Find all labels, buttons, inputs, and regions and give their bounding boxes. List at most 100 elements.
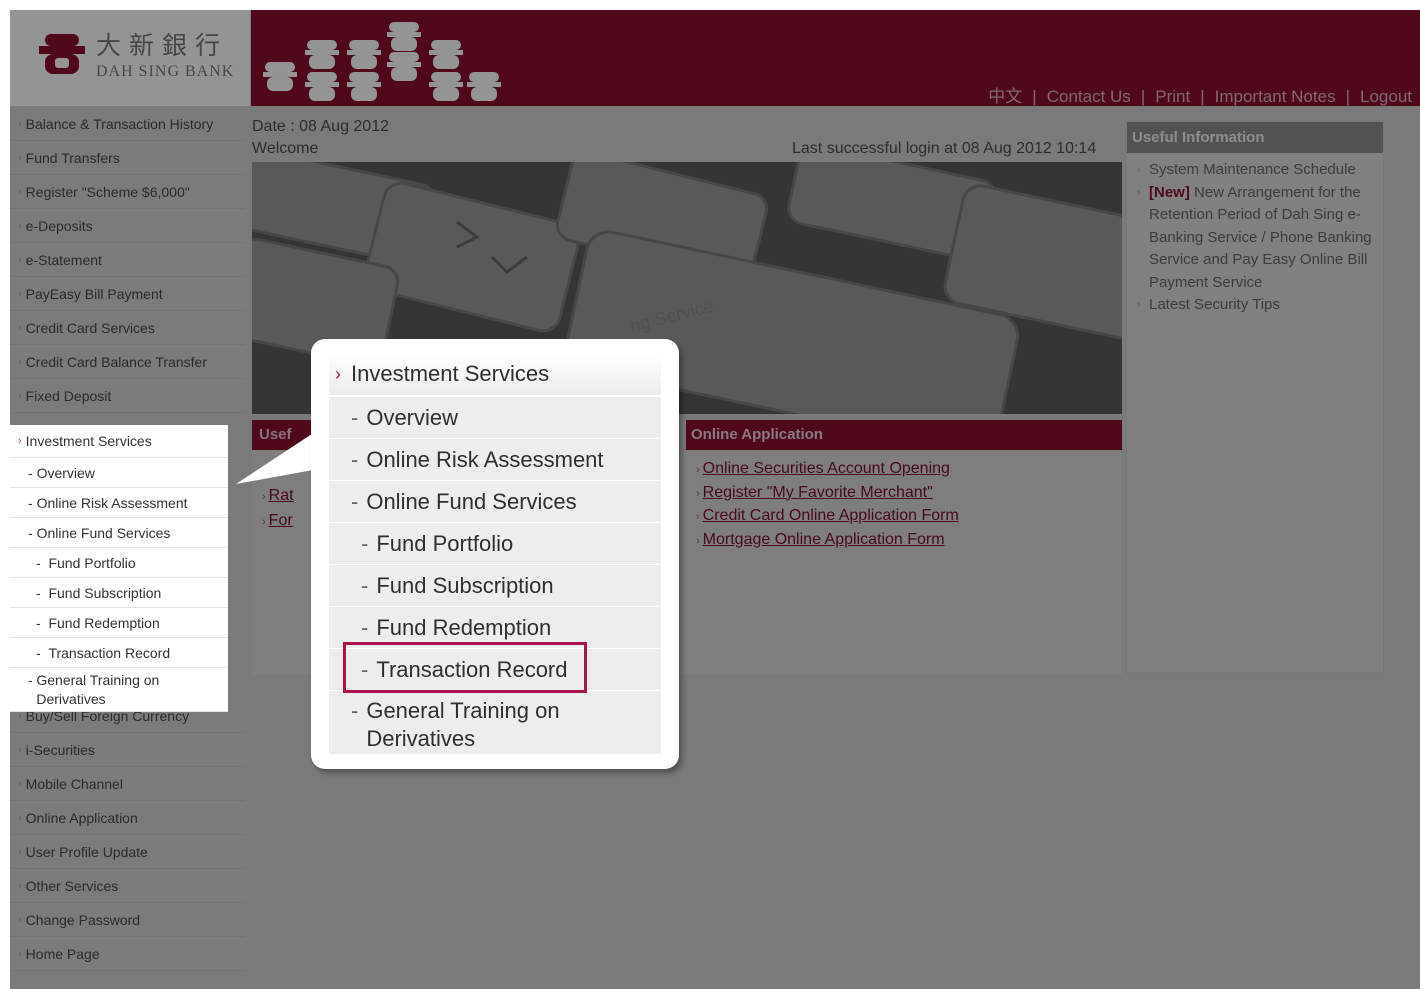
submenu-online-fund-services[interactable]: - Online Fund Services — [10, 518, 228, 548]
link-credit-card-application[interactable]: Credit Card Online Application Form — [703, 507, 959, 524]
dash-icon: - — [351, 488, 359, 514]
dash-icon: - — [361, 572, 369, 598]
dash-icon: - — [28, 464, 37, 481]
dash-icon: - — [36, 614, 49, 631]
dash-icon: - — [36, 554, 49, 571]
menu-item-user-profile[interactable]: › User Profile Update — [10, 835, 245, 869]
menu-item-change-password[interactable]: › Change Password — [10, 903, 245, 937]
dash-icon: - — [351, 446, 359, 472]
chevron-right-icon: › — [696, 534, 700, 547]
submenu-fund-portfolio[interactable]: - Fund Portfolio — [10, 548, 228, 578]
top-navigation: 中文 | Contact Us | Print | Important Notes | Logo… — [988, 87, 1412, 106]
menu-item-online-application[interactable]: › Online Application — [10, 801, 245, 835]
welcome-text: Welcome — [252, 140, 319, 157]
menu-item-other-services[interactable]: › Other Services — [10, 869, 245, 903]
chevron-right-icon: › — [262, 516, 266, 528]
zoom-overview[interactable]: - Overview — [329, 397, 661, 439]
dash-icon: - — [351, 404, 359, 430]
chevron-right-icon: › — [18, 185, 22, 198]
chevron-right-icon: › — [18, 219, 22, 232]
menu-item-credit-card-services[interactable]: › Credit Card Services — [10, 311, 245, 345]
info-item-security-tips[interactable]: › Latest Security Tips — [1137, 294, 1379, 317]
chevron-right-icon: › — [18, 321, 22, 334]
chevron-right-icon: › — [18, 435, 22, 447]
zoom-callout: › Investment Services - Overview - Online R… — [311, 339, 679, 769]
link-mortgage-application[interactable]: Mortgage Online Application Form — [703, 531, 945, 548]
chevron-right-icon: › — [18, 947, 22, 960]
dash-icon: - — [351, 698, 359, 723]
chevron-right-icon: › — [18, 743, 22, 756]
header-banner: 中文 | Contact Us | Print | Important Notes | Logo… — [251, 10, 1420, 106]
menu-item-e-statement[interactable]: › e-Statement — [10, 243, 245, 277]
menu-item-register-scheme[interactable]: › Register "Scheme $6,000" — [10, 175, 245, 209]
chevron-right-icon: › — [18, 117, 22, 130]
chevron-right-icon: › — [18, 777, 22, 790]
print-link[interactable]: Print — [1155, 87, 1190, 106]
zoom-online-fund-services[interactable]: - Online Fund Services — [329, 481, 661, 523]
submenu-risk-assessment[interactable]: - Online Risk Assessment — [10, 488, 228, 518]
menu-item-payeasy[interactable]: › PayEasy Bill Payment — [10, 277, 245, 311]
chevron-right-icon: › — [18, 287, 22, 300]
online-application-links: › Online Securities Account Opening › Regi… — [696, 458, 959, 552]
brand-name-english: DAH SING BANK — [96, 63, 235, 80]
chevron-right-icon: › — [1137, 299, 1141, 311]
zoom-risk-assessment[interactable]: - Online Risk Assessment — [329, 439, 661, 481]
zoom-investment-services[interactable]: › Investment Services — [329, 353, 661, 397]
submenu-fund-redemption[interactable]: - Fund Redemption — [10, 608, 228, 638]
submenu-general-training[interactable]: - General Training on Derivatives — [10, 668, 228, 712]
important-notes-link[interactable]: Important Notes — [1215, 87, 1336, 106]
submenu-overview[interactable]: - Overview — [10, 458, 228, 488]
contact-us-link[interactable]: Contact Us — [1047, 87, 1131, 106]
submenu-fund-subscription[interactable]: - Fund Subscription — [10, 578, 228, 608]
chevron-right-icon: › — [18, 389, 22, 402]
useful-links-list: › Rat › For — [262, 484, 294, 534]
dash-icon: - — [361, 530, 369, 556]
info-item-maintenance[interactable]: › System Maintenance Schedule — [1137, 159, 1379, 182]
menu-item-e-deposits[interactable]: › e-Deposits — [10, 209, 245, 243]
menu-item-fund-transfers[interactable]: › Fund Transfers — [10, 141, 245, 175]
useful-information-panel: Useful Information › System Maintenance S… — [1126, 121, 1384, 673]
dash-icon: - — [28, 672, 33, 707]
menu-item-mobile-channel[interactable]: › Mobile Channel — [10, 767, 245, 801]
zoom-fund-portfolio[interactable]: - Fund Portfolio — [329, 523, 661, 565]
chevron-right-icon: › — [335, 363, 341, 384]
useful-link-forms[interactable]: For — [269, 512, 293, 529]
chevron-right-icon: › — [696, 487, 700, 500]
menu-item-fixed-deposit[interactable]: › Fixed Deposit — [10, 379, 245, 413]
dash-icon: - — [36, 584, 49, 601]
bank-logo[interactable]: 大新銀行 DAH SING BANK — [10, 10, 250, 106]
transaction-record-highlight — [343, 642, 587, 693]
bank-emblem-pattern-icon — [263, 22, 501, 101]
chevron-right-icon: › — [18, 253, 22, 266]
chinese-language-link[interactable]: 中文 — [988, 87, 1022, 106]
chevron-right-icon: › — [18, 355, 22, 368]
useful-information-title: Useful Information — [1127, 122, 1383, 153]
menu-item-investment-services[interactable]: › Investment Services — [10, 425, 228, 458]
zoomed-submenu: › Investment Services - Overview - Online R… — [329, 353, 661, 755]
investment-services-submenu: › Investment Services - Overview - Online… — [10, 425, 228, 712]
chevron-right-icon: › — [18, 845, 22, 858]
useful-information-list: › System Maintenance Schedule › [New] New … — [1127, 153, 1383, 317]
menu-item-balance-history[interactable]: › Balance & Transaction History — [10, 107, 245, 141]
dash-icon: - — [361, 614, 369, 640]
dahsing-logo-icon — [39, 34, 85, 74]
zoom-fund-subscription[interactable]: - Fund Subscription — [329, 565, 661, 607]
menu-item-i-securities[interactable]: › i-Securities — [10, 733, 245, 767]
new-badge: [New] — [1149, 183, 1190, 201]
link-securities-account-opening[interactable]: Online Securities Account Opening — [703, 460, 950, 477]
chevron-right-icon: › — [18, 913, 22, 926]
info-item-retention-arrangement[interactable]: › [New] New Arrangement for the Retention… — [1137, 182, 1379, 295]
last-login-info: Last successful login at 08 Aug 2012 10:… — [792, 140, 1097, 157]
chevron-right-icon: › — [18, 151, 22, 164]
menu-item-home-page[interactable]: › Home Page — [10, 937, 245, 971]
submenu-transaction-record[interactable]: - Transaction Record — [10, 638, 228, 668]
chevron-right-icon: › — [262, 491, 266, 503]
chevron-right-icon: › — [696, 511, 700, 523]
menu-item-credit-card-balance-transfer[interactable]: › Credit Card Balance Transfer — [10, 345, 245, 379]
zoom-general-training[interactable]: - General Training on Derivatives — [329, 691, 661, 755]
chevron-right-icon: › — [18, 879, 22, 892]
link-register-favorite-merchant[interactable]: Register "My Favorite Merchant" — [703, 484, 933, 501]
chevron-right-icon: › — [18, 811, 22, 824]
dash-icon: - — [28, 524, 37, 541]
logout-link[interactable]: Logout — [1360, 87, 1412, 106]
